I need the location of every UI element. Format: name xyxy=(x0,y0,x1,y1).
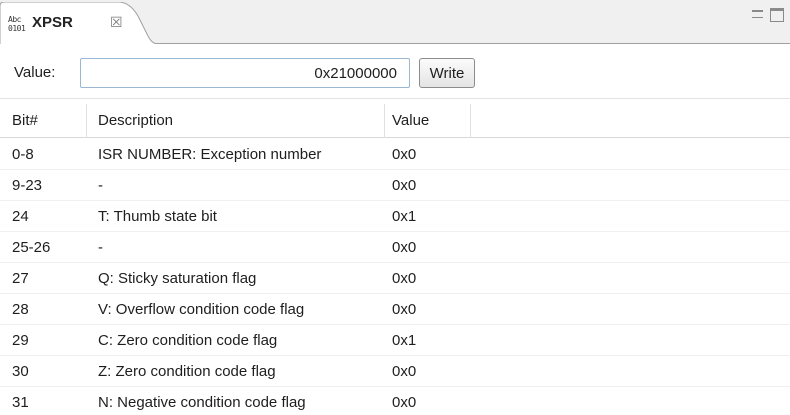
value-cell[interactable]: 0x0 xyxy=(392,170,416,201)
description-cell: - xyxy=(98,239,103,256)
column-header-bit[interactable]: Bit# xyxy=(12,104,38,138)
tab-title: XPSR xyxy=(32,14,73,31)
bit-cell: 24 xyxy=(12,208,29,225)
column-divider[interactable] xyxy=(86,104,87,138)
bit-cell: 29 xyxy=(12,332,29,349)
value-cell[interactable]: 0x1 xyxy=(392,325,416,356)
table-header: Bit# Description Value xyxy=(0,104,790,138)
description-cell: Z: Zero condition code flag xyxy=(98,363,276,380)
description-cell: Q: Sticky saturation flag xyxy=(98,270,257,287)
minimize-icon[interactable] xyxy=(752,10,763,18)
value-cell[interactable]: 0x0 xyxy=(392,387,416,415)
description-cell: ISR NUMBER: Exception number xyxy=(98,146,322,163)
register-icon: Abc 0101 xyxy=(8,15,30,35)
column-divider[interactable] xyxy=(384,104,385,138)
description-cell: C: Zero condition code flag xyxy=(98,332,278,349)
write-button[interactable]: Write xyxy=(419,58,475,88)
table-row[interactable]: 27 Q: Sticky saturation flag 0x0 xyxy=(0,263,790,294)
value-label: Value: xyxy=(14,64,56,81)
bit-cell: 25-26 xyxy=(12,239,51,256)
maximize-icon[interactable] xyxy=(770,8,784,22)
value-cell[interactable]: 0x0 xyxy=(392,294,416,325)
bit-cell: 0-8 xyxy=(12,146,34,163)
value-cell[interactable]: 0x0 xyxy=(392,356,416,387)
column-header-description[interactable]: Description xyxy=(98,104,173,138)
bit-cell: 27 xyxy=(12,270,29,287)
table-row[interactable]: 0-8 ISR NUMBER: Exception number 0x0 xyxy=(0,139,790,170)
bit-cell: 31 xyxy=(12,394,29,411)
bit-cell: 9-23 xyxy=(12,177,43,194)
close-icon[interactable]: ☒ xyxy=(110,14,123,31)
value-cell[interactable]: 0x1 xyxy=(392,201,416,232)
table-row[interactable]: 28 V: Overflow condition code flag 0x0 xyxy=(0,294,790,325)
description-cell: N: Negative condition code flag xyxy=(98,394,306,411)
value-cell[interactable]: 0x0 xyxy=(392,139,416,170)
tab-xpsr[interactable]: Abc 0101 XPSR ☒ xyxy=(0,2,158,44)
column-divider[interactable] xyxy=(470,104,471,138)
bit-cell: 28 xyxy=(12,301,29,318)
register-icon-text-top: Abc xyxy=(8,15,21,24)
table-row[interactable]: 29 C: Zero condition code flag 0x1 xyxy=(0,325,790,356)
table-row[interactable]: 9-23 - 0x0 xyxy=(0,170,790,201)
register-icon-text-bottom: 0101 xyxy=(8,24,26,33)
xpsr-bit-table: Bit# Description Value 0-8 ISR NUMBER: E… xyxy=(0,104,790,415)
column-header-value[interactable]: Value xyxy=(392,104,429,138)
view-tab-bar: Abc 0101 XPSR ☒ xyxy=(0,0,790,44)
description-cell: V: Overflow condition code flag xyxy=(98,301,305,318)
table-row[interactable]: 24 T: Thumb state bit 0x1 xyxy=(0,201,790,232)
value-cell[interactable]: 0x0 xyxy=(392,263,416,294)
table-row[interactable]: 30 Z: Zero condition code flag 0x0 xyxy=(0,356,790,387)
description-cell: - xyxy=(98,177,103,194)
table-row[interactable]: 31 N: Negative condition code flag 0x0 xyxy=(0,387,790,415)
value-toolbar: Value: Write xyxy=(0,45,790,99)
description-cell: T: Thumb state bit xyxy=(98,208,217,225)
value-cell[interactable]: 0x0 xyxy=(392,232,416,263)
value-input[interactable] xyxy=(80,58,410,88)
bit-cell: 30 xyxy=(12,363,29,380)
table-row[interactable]: 25-26 - 0x0 xyxy=(0,232,790,263)
